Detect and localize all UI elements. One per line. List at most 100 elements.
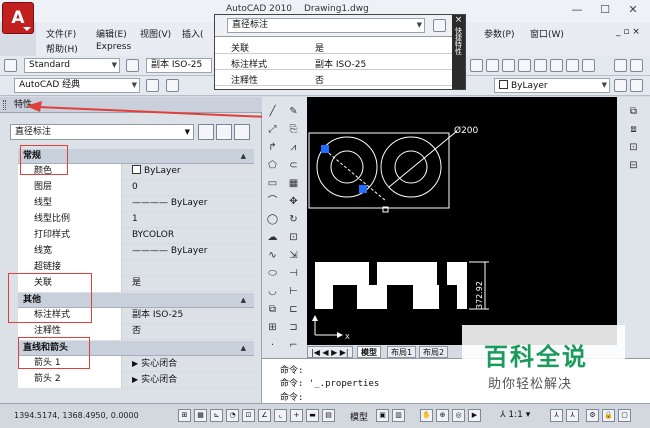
ellipse-arc-icon[interactable]: ◡ bbox=[266, 285, 279, 298]
workspace-select[interactable]: AutoCAD 经典 ▼ bbox=[14, 78, 140, 93]
tab-nav-arrows[interactable]: |◀ ◀ ▶ ▶| bbox=[307, 346, 353, 358]
layer-select[interactable]: ByLayer ▼ bbox=[494, 78, 610, 93]
quick-view-layouts-icon[interactable]: ▣ bbox=[376, 409, 389, 422]
tab-layout2[interactable]: 布局2 bbox=[419, 346, 449, 358]
snap-tracking-icon[interactable]: ∠ bbox=[258, 409, 271, 422]
quick-properties-icon[interactable]: ▤ bbox=[322, 409, 335, 422]
property-row-linetype[interactable]: 线型 ———— ByLayer bbox=[18, 196, 254, 212]
circle-icon[interactable]: ◯ bbox=[266, 213, 279, 226]
rotate-icon[interactable]: ↻ bbox=[287, 213, 300, 226]
text-style-icon[interactable] bbox=[4, 59, 17, 72]
annotation-scale[interactable]: ⅄ 1:1 ▾ bbox=[500, 410, 530, 420]
chamfer-icon[interactable]: ⌐ bbox=[287, 339, 300, 352]
document-window-controls[interactable]: _ ▫ × bbox=[616, 27, 640, 37]
quick-select-icon[interactable] bbox=[234, 124, 250, 140]
polar-tracking-icon[interactable]: ◔ bbox=[226, 409, 239, 422]
point-icon[interactable]: · bbox=[266, 339, 279, 352]
application-menu-button[interactable]: A bbox=[2, 2, 34, 34]
plot-icon[interactable] bbox=[582, 59, 595, 72]
customize-icon[interactable] bbox=[433, 19, 446, 32]
dim-style-icon[interactable] bbox=[126, 59, 139, 72]
model-space-label[interactable]: 模型 bbox=[350, 410, 368, 423]
tab-model[interactable]: 模型 bbox=[357, 346, 381, 358]
open-icon[interactable] bbox=[486, 59, 499, 72]
quick-object-type-select[interactable]: 直径标注 ▼ bbox=[227, 18, 425, 33]
construction-line-icon[interactable]: ⤢ bbox=[266, 123, 279, 136]
maximize-button[interactable]: ☐ bbox=[590, 3, 620, 19]
send-back-icon[interactable]: ⧈ bbox=[627, 123, 640, 136]
copy-icon[interactable] bbox=[630, 59, 643, 72]
toggle-pickadd-icon[interactable] bbox=[198, 124, 214, 140]
insert-block-icon[interactable]: ⧉ bbox=[266, 303, 279, 316]
linetype-icon[interactable] bbox=[614, 79, 627, 92]
object-snap-icon[interactable]: ⊡ bbox=[242, 409, 255, 422]
quick-row-associative[interactable]: 关联 是 bbox=[215, 39, 453, 54]
property-row-arrow2[interactable]: 箭头 2 ▶ 实心闭合 bbox=[18, 372, 254, 388]
make-block-icon[interactable]: ⊞ bbox=[266, 321, 279, 334]
break-icon[interactable]: ⊏ bbox=[287, 303, 300, 316]
ortho-mode-icon[interactable]: ⊾ bbox=[210, 409, 223, 422]
menu-edit[interactable]: 编辑(E) bbox=[96, 27, 127, 40]
3d-dwf-icon[interactable] bbox=[566, 59, 579, 72]
minimize-button[interactable]: — bbox=[562, 3, 592, 19]
workspace-switch-icon[interactable]: ⚙ bbox=[586, 409, 599, 422]
annotation-visibility-icon[interactable]: ⅄ bbox=[550, 409, 563, 422]
line-icon[interactable]: ╱ bbox=[266, 105, 279, 118]
send-under-icon[interactable]: ⊟ bbox=[627, 159, 640, 172]
menu-window[interactable]: 窗口(W) bbox=[530, 27, 564, 40]
array-icon[interactable]: ▦ bbox=[287, 177, 300, 190]
dim-style-select[interactable]: 副本 ISO-25 bbox=[146, 58, 212, 73]
move-icon[interactable]: ✥ bbox=[287, 195, 300, 208]
property-row-lineweight[interactable]: 线宽 ———— ByLayer bbox=[18, 244, 254, 260]
trim-icon[interactable]: ⊣ bbox=[287, 267, 300, 280]
preview-icon[interactable] bbox=[534, 59, 547, 72]
tab-layout1[interactable]: 布局1 bbox=[387, 346, 417, 358]
property-row-linetype-scale[interactable]: 线型比例 1 bbox=[18, 212, 254, 228]
publish-icon[interactable] bbox=[550, 59, 563, 72]
pan-icon[interactable]: ✋ bbox=[420, 409, 433, 422]
object-type-select[interactable]: 直径标注 ▼ bbox=[10, 124, 194, 140]
select-objects-icon[interactable] bbox=[216, 124, 232, 140]
lock-icon[interactable]: 🔒 bbox=[602, 409, 615, 422]
popup-close-button[interactable]: × bbox=[452, 15, 465, 25]
arc-icon[interactable]: ⌒ bbox=[266, 195, 279, 208]
new-icon[interactable] bbox=[470, 59, 483, 72]
close-button[interactable]: ✕ bbox=[618, 3, 648, 19]
menu-file[interactable]: 文件(F) bbox=[46, 27, 76, 40]
ellipse-icon[interactable]: ⬭ bbox=[266, 267, 279, 280]
stretch-icon[interactable]: ⇲ bbox=[287, 249, 300, 262]
text-style-select[interactable]: Standard ▼ bbox=[24, 58, 120, 73]
menu-insert[interactable]: 插入( bbox=[182, 27, 204, 40]
dynamic-input-icon[interactable]: + bbox=[290, 409, 303, 422]
erase-icon[interactable]: ✎ bbox=[287, 105, 300, 118]
snap-mode-icon[interactable]: ⊞ bbox=[178, 409, 191, 422]
menu-parameters[interactable]: 参数(P) bbox=[484, 27, 514, 40]
steering-wheel-icon[interactable]: ◎ bbox=[452, 409, 465, 422]
menu-help[interactable]: 帮助(H) bbox=[46, 42, 78, 55]
grip-handle-icon[interactable] bbox=[3, 100, 6, 110]
property-row-layer[interactable]: 图层 0 bbox=[18, 180, 254, 196]
offset-icon[interactable]: ⊂ bbox=[287, 159, 300, 172]
quick-row-annotative[interactable]: 注释性 否 bbox=[215, 71, 453, 86]
menu-express[interactable]: Express bbox=[96, 42, 131, 52]
join-icon[interactable]: ⊐ bbox=[287, 321, 300, 334]
layer-manager-icon[interactable] bbox=[166, 79, 179, 92]
bring-above-icon[interactable]: ⊡ bbox=[627, 141, 640, 154]
rectangle-icon[interactable]: ▭ bbox=[266, 177, 279, 190]
coordinate-readout[interactable]: 1394.5174, 1368.4950, 0.0000 bbox=[14, 411, 139, 420]
polyline-icon[interactable]: ↱ bbox=[266, 141, 279, 154]
command-prompt[interactable]: 命令: bbox=[280, 390, 303, 403]
polygon-icon[interactable]: ⬠ bbox=[266, 159, 279, 172]
scale-icon[interactable]: ⊡ bbox=[287, 231, 300, 244]
quick-view-drawings-icon[interactable]: ▥ bbox=[392, 409, 405, 422]
drawing-canvas[interactable]: Ø200 372.92 X bbox=[307, 97, 617, 345]
grip-point[interactable] bbox=[359, 185, 367, 193]
print-icon[interactable] bbox=[518, 59, 531, 72]
lineweight-icon[interactable] bbox=[630, 79, 643, 92]
revision-cloud-icon[interactable]: ☁ bbox=[266, 231, 279, 244]
menu-view[interactable]: 视图(V) bbox=[140, 27, 171, 40]
dynamic-ucs-icon[interactable]: ⌞ bbox=[274, 409, 287, 422]
lineweight-display-icon[interactable]: ▬ bbox=[306, 409, 319, 422]
extend-icon[interactable]: ⊢ bbox=[287, 285, 300, 298]
bring-front-icon[interactable]: ⧉ bbox=[627, 105, 640, 118]
